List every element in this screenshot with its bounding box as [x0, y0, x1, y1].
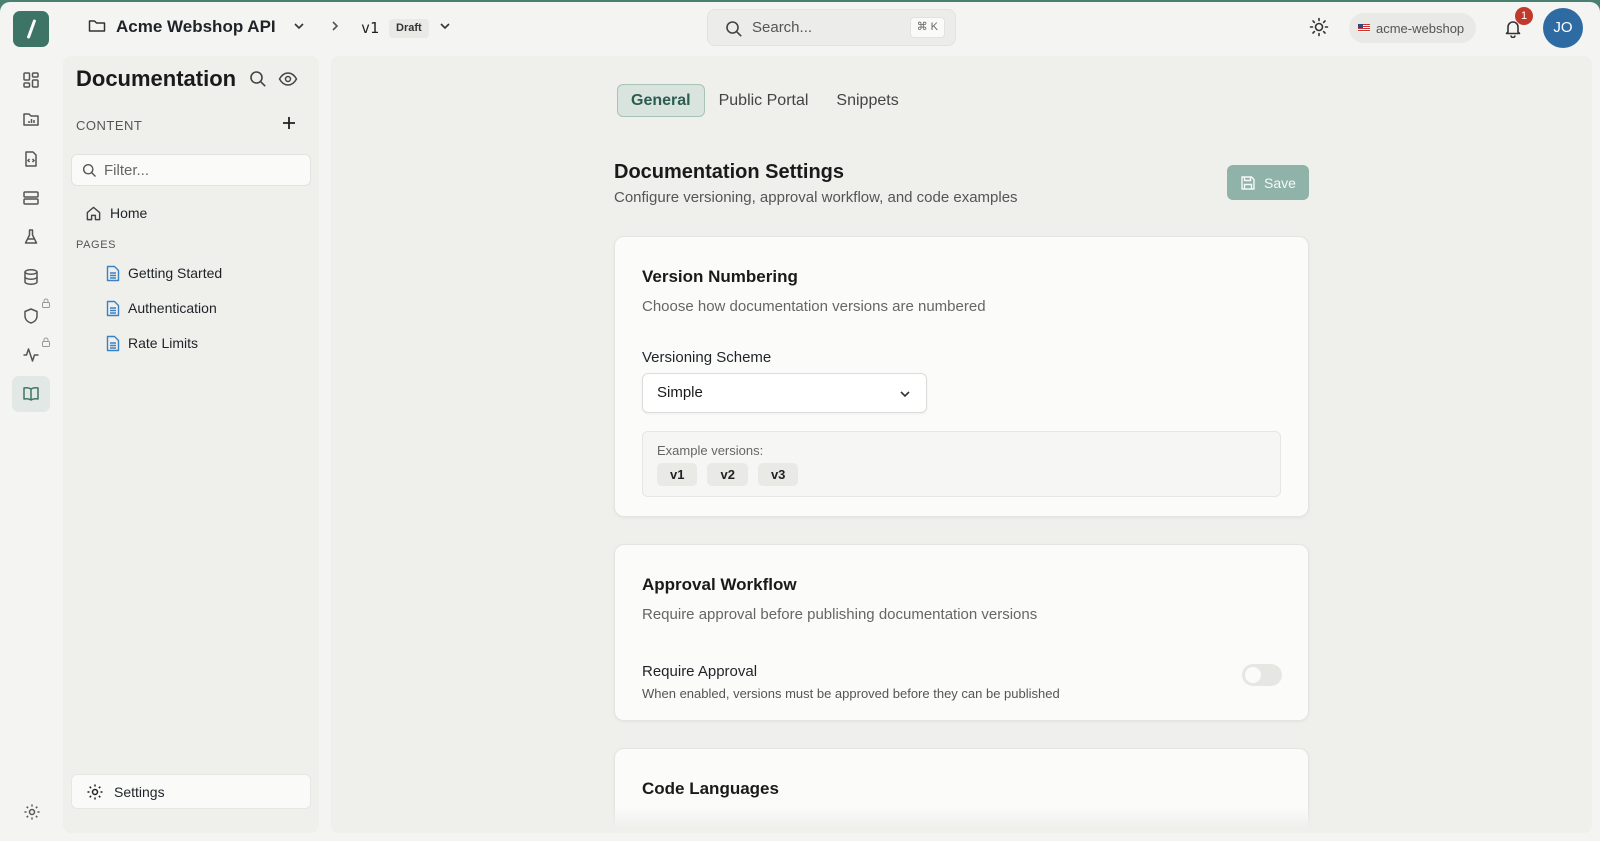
- version-chip: v1: [657, 463, 698, 486]
- sidebar-title: Documentation: [76, 66, 237, 91]
- search-icon: [82, 163, 97, 178]
- global-search[interactable]: Search... ⌘ K: [707, 9, 956, 46]
- user-avatar[interactable]: JO: [1543, 8, 1583, 48]
- version-label[interactable]: v1: [361, 19, 379, 37]
- sidebar-item-label: Home: [110, 205, 148, 221]
- app-logo[interactable]: [13, 11, 49, 47]
- filter-field[interactable]: [71, 154, 311, 186]
- search-icon[interactable]: [249, 70, 267, 88]
- search-shortcut: ⌘ K: [909, 17, 945, 38]
- docs-sidebar: Documentation CONTENT Home PAGES: [63, 56, 319, 833]
- chevron-right-icon: [328, 19, 342, 33]
- settings-tabs: General Public Portal Snippets: [617, 84, 913, 117]
- version-chip: v2: [707, 463, 748, 486]
- search-placeholder: Search...: [752, 19, 813, 36]
- require-approval-toggle[interactable]: [1242, 664, 1282, 686]
- project-name[interactable]: Acme Webshop API: [116, 17, 276, 37]
- sidebar-item-getting-started[interactable]: Getting Started: [106, 261, 222, 285]
- document-icon: [106, 335, 120, 352]
- document-icon: [106, 300, 120, 317]
- org-switcher[interactable]: acme-webshop: [1349, 13, 1477, 43]
- top-bar: Acme Webshop API v1 Draft Search... ⌘ K …: [0, 2, 1600, 52]
- chevron-down-icon[interactable]: [438, 19, 452, 33]
- book-icon[interactable]: [12, 376, 50, 412]
- tab-public-portal[interactable]: Public Portal: [705, 84, 823, 117]
- folder-icon: [88, 18, 106, 34]
- example-chips: v1 v2 v3: [657, 463, 799, 486]
- sidebar-settings-button[interactable]: Settings: [71, 774, 311, 809]
- flask-icon[interactable]: [12, 219, 50, 255]
- sidebar-item-authentication[interactable]: Authentication: [106, 296, 217, 320]
- require-approval-label: Require Approval: [642, 663, 758, 680]
- page-title: Documentation Settings: [614, 161, 845, 183]
- code-file-icon[interactable]: [12, 141, 50, 177]
- approval-workflow-card: Approval Workflow Require approval befor…: [614, 544, 1309, 721]
- tab-general[interactable]: General: [617, 84, 705, 117]
- document-icon: [106, 265, 120, 282]
- gear-icon: [86, 783, 104, 801]
- example-versions-box: Example versions: v1 v2 v3: [642, 431, 1281, 497]
- sidebar-item-label: Rate Limits: [128, 335, 199, 351]
- selected-value: Simple: [657, 384, 703, 401]
- server-icon[interactable]: [12, 180, 50, 216]
- app-window: Acme Webshop API v1 Draft Search... ⌘ K …: [0, 2, 1600, 841]
- sun-icon[interactable]: [1309, 17, 1329, 37]
- example-versions-label: Example versions:: [657, 443, 764, 458]
- home-icon: [85, 205, 102, 222]
- versioning-scheme-select[interactable]: Simple: [642, 373, 927, 413]
- main-panel: General Public Portal Snippets Documenta…: [331, 56, 1592, 833]
- lock-icon: [41, 298, 51, 308]
- version-numbering-card: Version Numbering Choose how documentati…: [614, 236, 1309, 517]
- search-icon: [725, 20, 743, 38]
- database-icon[interactable]: [12, 259, 50, 295]
- chevron-down-icon: [898, 387, 912, 401]
- pages-section-label: PAGES: [76, 239, 117, 251]
- us-flag-icon: [1358, 24, 1370, 32]
- notification-badge: 1: [1515, 7, 1533, 25]
- sidebar-item-label: Authentication: [128, 300, 217, 316]
- save-label: Save: [1264, 174, 1296, 191]
- page-subtitle: Configure versioning, approval workflow,…: [614, 189, 1018, 206]
- card-subtitle: Choose how documentation versions are nu…: [642, 298, 986, 315]
- eye-icon[interactable]: [278, 71, 298, 87]
- sidebar-item-label: Getting Started: [128, 265, 223, 281]
- chevron-down-icon[interactable]: [292, 19, 306, 33]
- floppy-disk-icon: [1240, 175, 1256, 191]
- content-section-label: CONTENT: [76, 118, 143, 133]
- scroll-fade: [331, 807, 1592, 833]
- lock-icon: [41, 337, 51, 347]
- save-button[interactable]: Save: [1227, 165, 1309, 200]
- folder-chart-icon[interactable]: [12, 101, 50, 137]
- card-title: Version Numbering: [642, 267, 798, 286]
- dashboard-icon[interactable]: [12, 62, 50, 98]
- rail-settings-icon[interactable]: [23, 803, 41, 821]
- version-chip: v3: [757, 463, 799, 486]
- versioning-scheme-label: Versioning Scheme: [642, 349, 772, 366]
- card-title: Approval Workflow: [642, 575, 797, 594]
- settings-label: Settings: [114, 783, 165, 800]
- plus-icon[interactable]: [281, 115, 297, 131]
- org-name: acme-webshop: [1376, 20, 1465, 36]
- card-title: Code Languages: [642, 779, 779, 798]
- draft-badge: Draft: [389, 19, 429, 38]
- require-approval-help: When enabled, versions must be approved …: [642, 686, 1060, 701]
- tab-snippets[interactable]: Snippets: [822, 84, 912, 117]
- sidebar-item-home[interactable]: Home: [85, 201, 147, 225]
- sidebar-item-rate-limits[interactable]: Rate Limits: [106, 331, 198, 355]
- filter-input[interactable]: [104, 155, 304, 185]
- card-subtitle: Require approval before publishing docum…: [642, 606, 1038, 623]
